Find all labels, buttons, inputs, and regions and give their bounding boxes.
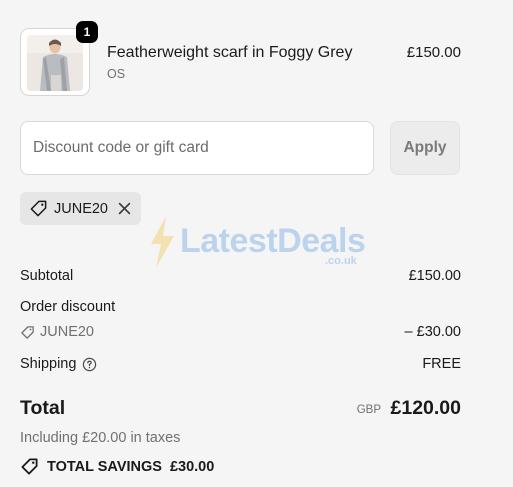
product-name: Featherweight scarf in Foggy Grey	[107, 44, 353, 61]
order-discount-label: Order discount	[20, 299, 116, 315]
applied-discount-chip: JUNE20	[20, 192, 141, 225]
savings-value: £30.00	[169, 458, 215, 475]
quantity-badge: 1	[76, 21, 98, 43]
product-image	[27, 35, 83, 91]
total-value: £120.00	[390, 397, 462, 419]
lightning-icon	[148, 216, 176, 273]
tag-icon	[20, 457, 39, 476]
tax-note: Including £20.00 in taxes	[20, 430, 181, 446]
total-savings-row: TOTAL SAVINGS £30.00	[20, 457, 214, 476]
close-icon[interactable]	[118, 202, 131, 215]
applied-discount-code: JUNE20	[54, 200, 108, 217]
watermark-brand: LatestDeals	[180, 222, 366, 260]
savings-label: TOTAL SAVINGS	[47, 458, 162, 475]
tag-icon	[20, 325, 35, 340]
product-variant: OS	[107, 67, 126, 81]
discount-code-row: JUNE20	[20, 324, 94, 340]
product-thumbnail: 1	[20, 21, 98, 96]
discount-code-text: JUNE20	[40, 324, 94, 340]
total-currency: GBP	[356, 404, 381, 416]
watermark-domain: .co.uk	[325, 255, 357, 267]
discount-code-input[interactable]	[20, 121, 374, 175]
apply-discount-button[interactable]: Apply	[390, 121, 460, 175]
product-price: £150.00	[406, 44, 461, 61]
subtotal-value: £150.00	[408, 268, 461, 284]
tag-icon	[29, 199, 48, 218]
total-label: Total	[20, 397, 66, 419]
shipping-value: FREE	[422, 356, 461, 372]
discount-amount: – £30.00	[404, 324, 461, 340]
shipping-row: Shipping	[20, 356, 97, 372]
watermark-logo: LatestDeals .co.uk	[148, 216, 366, 273]
subtotal-label: Subtotal	[20, 268, 74, 284]
help-circle-icon[interactable]	[82, 357, 97, 372]
shipping-label: Shipping	[20, 356, 77, 372]
